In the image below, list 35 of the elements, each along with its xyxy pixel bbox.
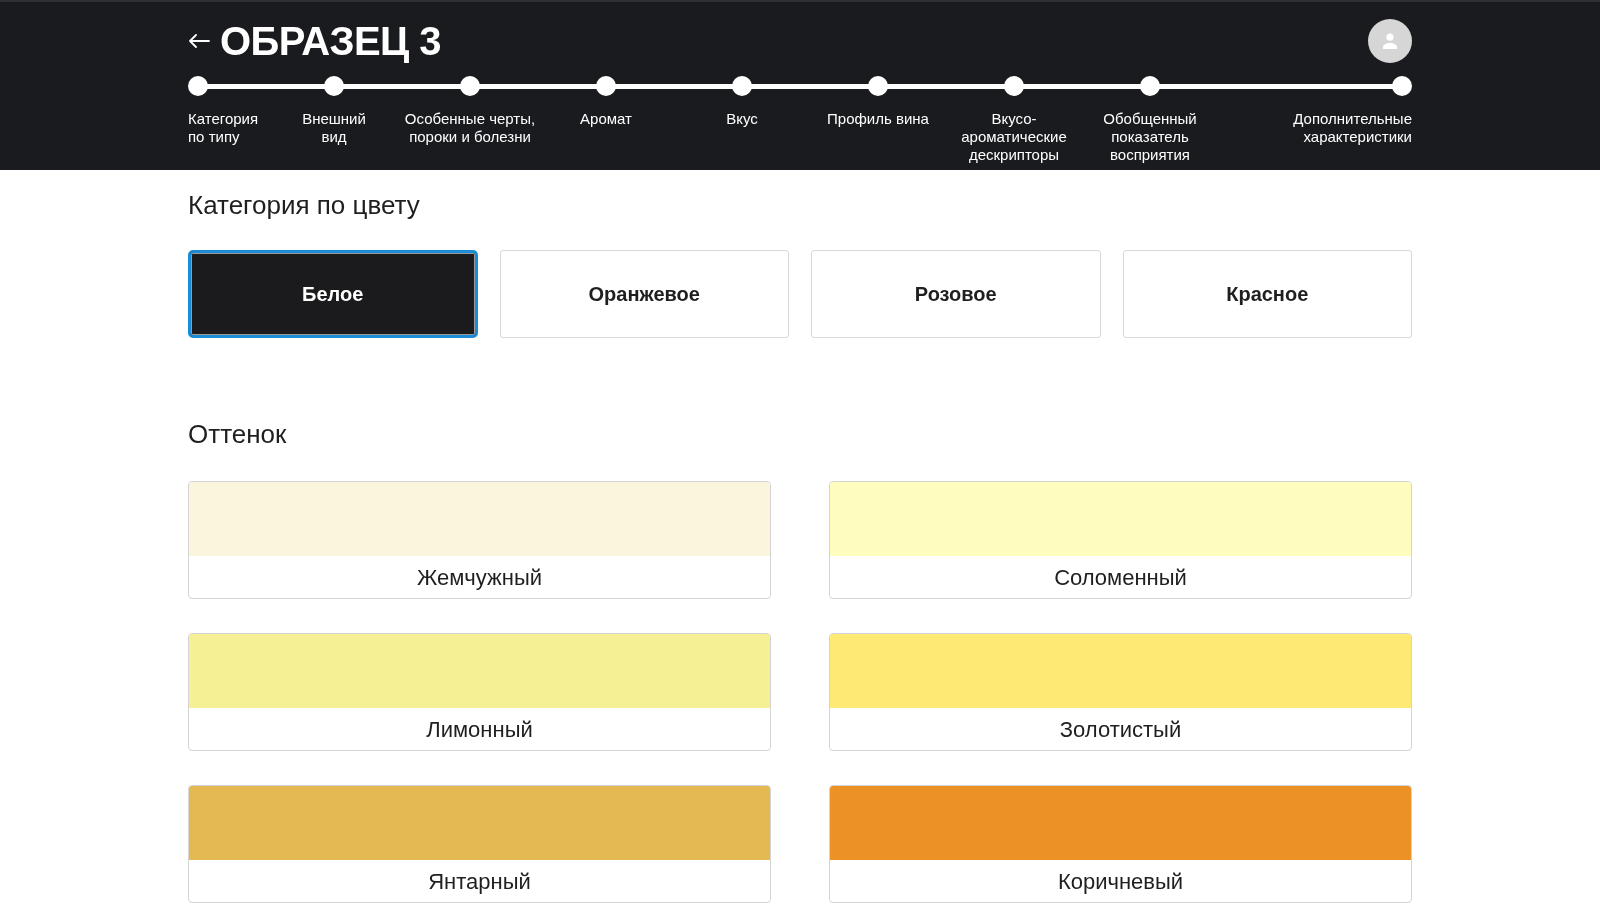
step-dot-icon (460, 76, 480, 96)
step-dot-icon (188, 76, 208, 96)
step-dot-icon (1140, 76, 1160, 96)
step-label[interactable]: Внешний вид (302, 110, 366, 146)
shade-option-button[interactable]: Коричневый (829, 785, 1412, 903)
step-label[interactable]: Профиль вина (827, 110, 929, 128)
person-icon (1382, 33, 1398, 49)
section-heading: Оттенок (188, 419, 288, 450)
step-label[interactable]: Аромат (580, 110, 632, 128)
avatar-button[interactable] (1368, 19, 1412, 63)
step-label[interactable]: Дополнительные характеристики (1293, 110, 1412, 146)
step-dot-icon (324, 76, 344, 96)
color-category-button[interactable]: Оранжевое (499, 250, 789, 338)
step-label[interactable]: Вкусо-ароматические дескрипторы (946, 110, 1082, 164)
shade-option-button[interactable]: Лимонный (188, 633, 771, 751)
step-dot-icon (732, 76, 752, 96)
step-label[interactable]: Обобщенный показатель восприятия (1103, 110, 1197, 164)
step-dot-icon (1392, 76, 1412, 96)
step-dot-icon (1004, 76, 1024, 96)
shade-option-button[interactable]: Золотистый (829, 633, 1412, 751)
step-label[interactable]: Вкус (726, 110, 758, 128)
shade-option-button[interactable]: Янтарный (188, 785, 771, 903)
color-category-button[interactable]: Красное (1122, 250, 1412, 338)
step-label[interactable]: Особенные черты, пороки и болезни (404, 110, 536, 146)
step-dot-icon (868, 76, 888, 96)
shade-option-button[interactable]: Соломенный (829, 481, 1412, 599)
color-category-button[interactable]: Розовое (811, 250, 1101, 338)
back-arrow-icon (188, 34, 210, 48)
back-button[interactable] (188, 34, 210, 48)
step-dot-icon (596, 76, 616, 96)
color-category-button[interactable]: Белое (188, 250, 478, 338)
shade-option-button[interactable]: Жемчужный (188, 481, 771, 599)
page-title: ОБРАЗЕЦ 3 (220, 18, 441, 65)
section-heading: Категория по цвету (188, 190, 421, 221)
step-label[interactable]: Категория по типу (188, 110, 259, 146)
